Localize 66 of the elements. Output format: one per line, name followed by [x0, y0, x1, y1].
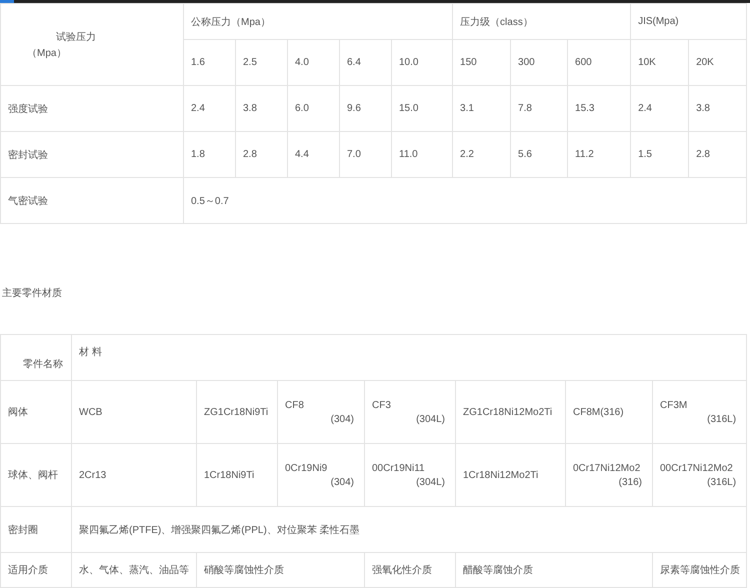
table-cell: CF3 (304L): [364, 380, 456, 444]
table-cell: 7.8: [510, 86, 568, 132]
header-cell: 1.6: [184, 40, 236, 86]
table-cell: 1Cr18Ni9Ti: [196, 444, 278, 506]
header-text: （Mpa）: [27, 46, 66, 60]
row-label-cell: 阀体: [0, 380, 72, 444]
table-cell: 11.0: [392, 132, 453, 178]
table-cell: WCB: [72, 380, 196, 444]
table-cell: 0Cr17Ni12Mo2 (316): [566, 444, 652, 506]
table-cell: 9.6: [340, 86, 392, 132]
table-cell: 15.3: [568, 86, 631, 132]
table-cell: 3.8: [236, 86, 288, 132]
header-cell: 公称压力（Mpa）: [184, 4, 453, 40]
table-cell: 1.5: [630, 132, 689, 178]
header-cell: 压力级（class）: [452, 4, 631, 40]
header-cell: 300: [510, 40, 568, 86]
row-label-cell: 球体、阀杆: [0, 444, 72, 506]
table-cell: 2.4: [184, 86, 236, 132]
header-cell: 150: [452, 40, 511, 86]
header-cell: JIS(Mpa): [630, 4, 747, 40]
table-cell: 硝酸等腐蚀性介质: [196, 552, 364, 588]
table-cell: 3.8: [688, 86, 747, 132]
header-cell: 2.5: [236, 40, 288, 86]
table-cell: 2.8: [236, 132, 288, 178]
table-cell: 11.2: [568, 132, 631, 178]
table-cell: ZG1Cr18Ni9Ti: [196, 380, 278, 444]
section-heading: 主要零件材质: [2, 288, 62, 299]
header-cell: 零件名称: [0, 334, 72, 380]
table-cell: 2Cr13: [72, 444, 196, 506]
header-cell: 材 料: [72, 334, 747, 380]
table-cell: 2.8: [688, 132, 747, 178]
header-cell: 20K: [688, 40, 747, 86]
table-cell: 6.0: [288, 86, 340, 132]
table-cell: 00Cr17Ni12Mo2 (316L): [652, 444, 747, 506]
row-label-cell: 强度试验: [0, 86, 184, 132]
table-cell: CF8M(316): [566, 380, 652, 444]
header-cell: 10.0: [392, 40, 453, 86]
table-cell: 水、气体、蒸汽、油品等: [72, 552, 196, 588]
table-cell: 聚四氟乙烯(PTFE)、增强聚四氟乙烯(PPL)、对位聚苯 柔性石墨: [72, 506, 747, 552]
header-cell: 10K: [630, 40, 689, 86]
table-cell: 3.1: [452, 86, 511, 132]
row-label-cell: 密封圈: [0, 506, 72, 552]
table-cell: 7.0: [340, 132, 392, 178]
table-cell: 1Cr18Ni12Mo2Ti: [456, 444, 566, 506]
table-cell: CF8 (304): [278, 380, 364, 444]
table-cell: 5.6: [510, 132, 568, 178]
table-cell: 强氧化性介质: [364, 552, 456, 588]
table-cell: 15.0: [392, 86, 453, 132]
header-cell: 4.0: [288, 40, 340, 86]
table-cell: 0.5～0.7: [184, 178, 747, 224]
table-cell: 1.8: [184, 132, 236, 178]
table-cell: 0Cr19Ni9 (304): [278, 444, 364, 506]
table-cell: 2.2: [452, 132, 511, 178]
table-cell: 00Cr19Ni11 (304L): [364, 444, 456, 506]
header-cell: 6.4: [340, 40, 392, 86]
table-cell: 4.4: [288, 132, 340, 178]
table-cell: 尿素等腐蚀性介质: [652, 552, 747, 588]
table-cell: ZG1Cr18Ni12Mo2Ti: [456, 380, 566, 444]
row-label-cell: 适用介质: [0, 552, 72, 588]
header-cell: 600: [568, 40, 631, 86]
row-label-cell: 密封试验: [0, 132, 184, 178]
row-label-cell: 气密试验: [0, 178, 184, 224]
table-cell: CF3M (316L): [652, 380, 747, 444]
table-cell: 醋酸等腐蚀介质: [456, 552, 652, 588]
table-cell: 2.4: [630, 86, 689, 132]
header-text: 试验压力: [56, 30, 96, 44]
